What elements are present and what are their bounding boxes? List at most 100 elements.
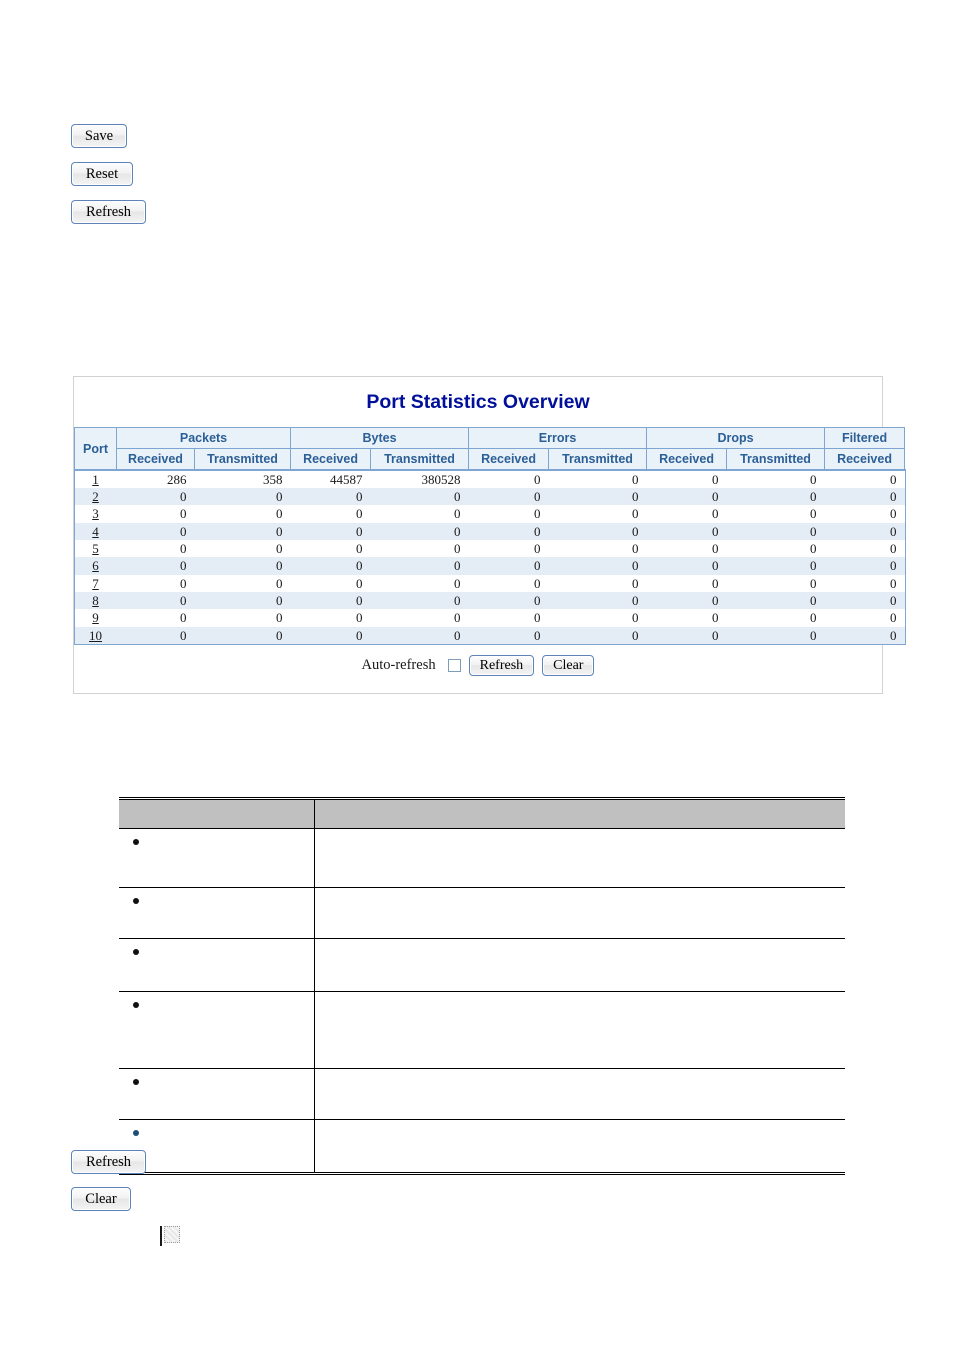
stat-cell: 0 (712, 627, 719, 643)
broken-image-placeholder-icon (160, 1226, 180, 1246)
stat-cell: 0 (534, 489, 541, 505)
refresh-button-panel[interactable]: Refresh (468, 655, 535, 677)
stat-cell: 0 (276, 541, 283, 557)
stat-cell: 0 (356, 541, 363, 557)
stat-cell: 0 (276, 506, 283, 522)
col-header-filtered: Filtered (824, 426, 906, 450)
port-cell[interactable]: 9 (75, 609, 117, 626)
port-link[interactable]: 5 (92, 541, 99, 556)
auto-refresh-checkbox[interactable] (447, 659, 461, 673)
port-link[interactable]: 6 (92, 558, 99, 573)
port-cell[interactable]: 2 (75, 488, 117, 505)
stat-cell: 0 (180, 610, 187, 626)
bullet-icon (133, 948, 139, 955)
reset-button[interactable]: Reset (71, 162, 133, 186)
clear-button-panel[interactable]: Clear (542, 655, 595, 677)
port-cell[interactable]: 6 (75, 557, 117, 574)
stat-cell: 0 (810, 627, 817, 643)
col-header-bytes: Bytes (290, 426, 470, 450)
port-link[interactable]: 10 (89, 628, 102, 643)
stat-cell: 0 (632, 558, 639, 574)
col-header-bytes-received: Received (290, 448, 372, 471)
port-link[interactable]: 4 (92, 524, 99, 539)
bullet-icon (133, 1001, 139, 1008)
stat-cell: 0 (276, 610, 283, 626)
stat-cell: 0 (810, 541, 817, 557)
port-link[interactable]: 7 (92, 576, 99, 591)
stat-cell: 0 (890, 593, 897, 609)
refresh-button-top[interactable]: Refresh (71, 200, 146, 224)
stat-cell: 358 (263, 471, 283, 487)
port-cell[interactable]: 10 (75, 627, 117, 644)
port-cell[interactable]: 8 (75, 592, 117, 609)
stat-cell: 0 (534, 541, 541, 557)
description-text-cell (314, 1119, 845, 1175)
port-cell[interactable]: 3 (75, 505, 117, 522)
description-object-cell (119, 1068, 315, 1120)
stat-cell: 0 (632, 627, 639, 643)
stat-cell: 0 (356, 593, 363, 609)
port-link[interactable]: 9 (92, 610, 99, 625)
stat-cell: 0 (632, 523, 639, 539)
stat-cell: 0 (276, 489, 283, 505)
stat-cell: 0 (534, 610, 541, 626)
stat-cell: 0 (810, 471, 817, 487)
stat-cell: 0 (454, 593, 461, 609)
stat-cell: 0 (712, 541, 719, 557)
stat-cell: 0 (810, 593, 817, 609)
stat-cell: 0 (810, 558, 817, 574)
stat-cell: 0 (712, 523, 719, 539)
port-cell[interactable]: 1 (75, 470, 117, 488)
description-text-cell (314, 938, 845, 992)
broken-image-icon (164, 1226, 180, 1243)
description-header-row (119, 797, 845, 829)
stat-cell: 0 (534, 593, 541, 609)
stat-cell: 0 (454, 575, 461, 591)
stat-cell: 0 (632, 489, 639, 505)
stat-cell: 0 (276, 575, 283, 591)
port-link[interactable]: 3 (92, 506, 99, 521)
stat-cell: 0 (356, 627, 363, 643)
stat-cell: 0 (810, 523, 817, 539)
stat-cell: 0 (712, 610, 719, 626)
stat-cell: 0 (180, 558, 187, 574)
description-row (119, 887, 845, 939)
stat-cell: 0 (632, 610, 639, 626)
stat-cell: 0 (810, 489, 817, 505)
col-header-packets-transmitted: Transmitted (193, 448, 292, 471)
description-text-cell (314, 828, 845, 888)
description-object-cell (119, 1119, 315, 1175)
port-cell[interactable]: 4 (75, 523, 117, 540)
stat-cell: 0 (810, 506, 817, 522)
stat-cell: 0 (356, 523, 363, 539)
port-link[interactable]: 1 (92, 472, 99, 487)
col-header-errors-transmitted: Transmitted (548, 448, 648, 471)
clear-button-bottom[interactable]: Clear (71, 1187, 131, 1211)
header-row-groups: Port Packets Bytes Errors Drops Filtered (74, 426, 906, 471)
port-link[interactable]: 8 (92, 593, 99, 608)
table-row: 5 0 0 0 0 0 0 0 0 0 (74, 540, 905, 558)
port-cell[interactable]: 7 (75, 575, 117, 592)
table-body: 1 286 358 44587 380528 0 0 0 0 0 2 0 0 0 0 0 0 0 0 0 3 0 0 0 0 0 0… (73, 469, 906, 646)
stat-cell: 0 (632, 506, 639, 522)
stat-cell: 0 (632, 471, 639, 487)
stat-cell: 0 (890, 506, 897, 522)
col-header-packets-received: Received (116, 448, 195, 471)
description-object-cell (119, 991, 315, 1069)
stat-cell: 0 (890, 610, 897, 626)
description-header-description (314, 797, 845, 829)
bullet-icon (133, 897, 139, 904)
stat-cell: 0 (180, 627, 187, 643)
port-cell[interactable]: 5 (75, 540, 117, 557)
stat-cell: 0 (810, 610, 817, 626)
save-button[interactable]: Save (71, 124, 127, 148)
stat-cell: 0 (180, 506, 187, 522)
stat-cell: 0 (180, 575, 187, 591)
table-row: 7 0 0 0 0 0 0 0 0 0 (74, 574, 905, 593)
refresh-button-bottom[interactable]: Refresh (71, 1150, 146, 1174)
port-link[interactable]: 2 (92, 489, 99, 504)
description-row (119, 1068, 845, 1120)
stat-cell: 380528 (421, 471, 461, 487)
stat-cell: 0 (180, 489, 187, 505)
table-row: 2 0 0 0 0 0 0 0 0 0 (74, 488, 905, 506)
